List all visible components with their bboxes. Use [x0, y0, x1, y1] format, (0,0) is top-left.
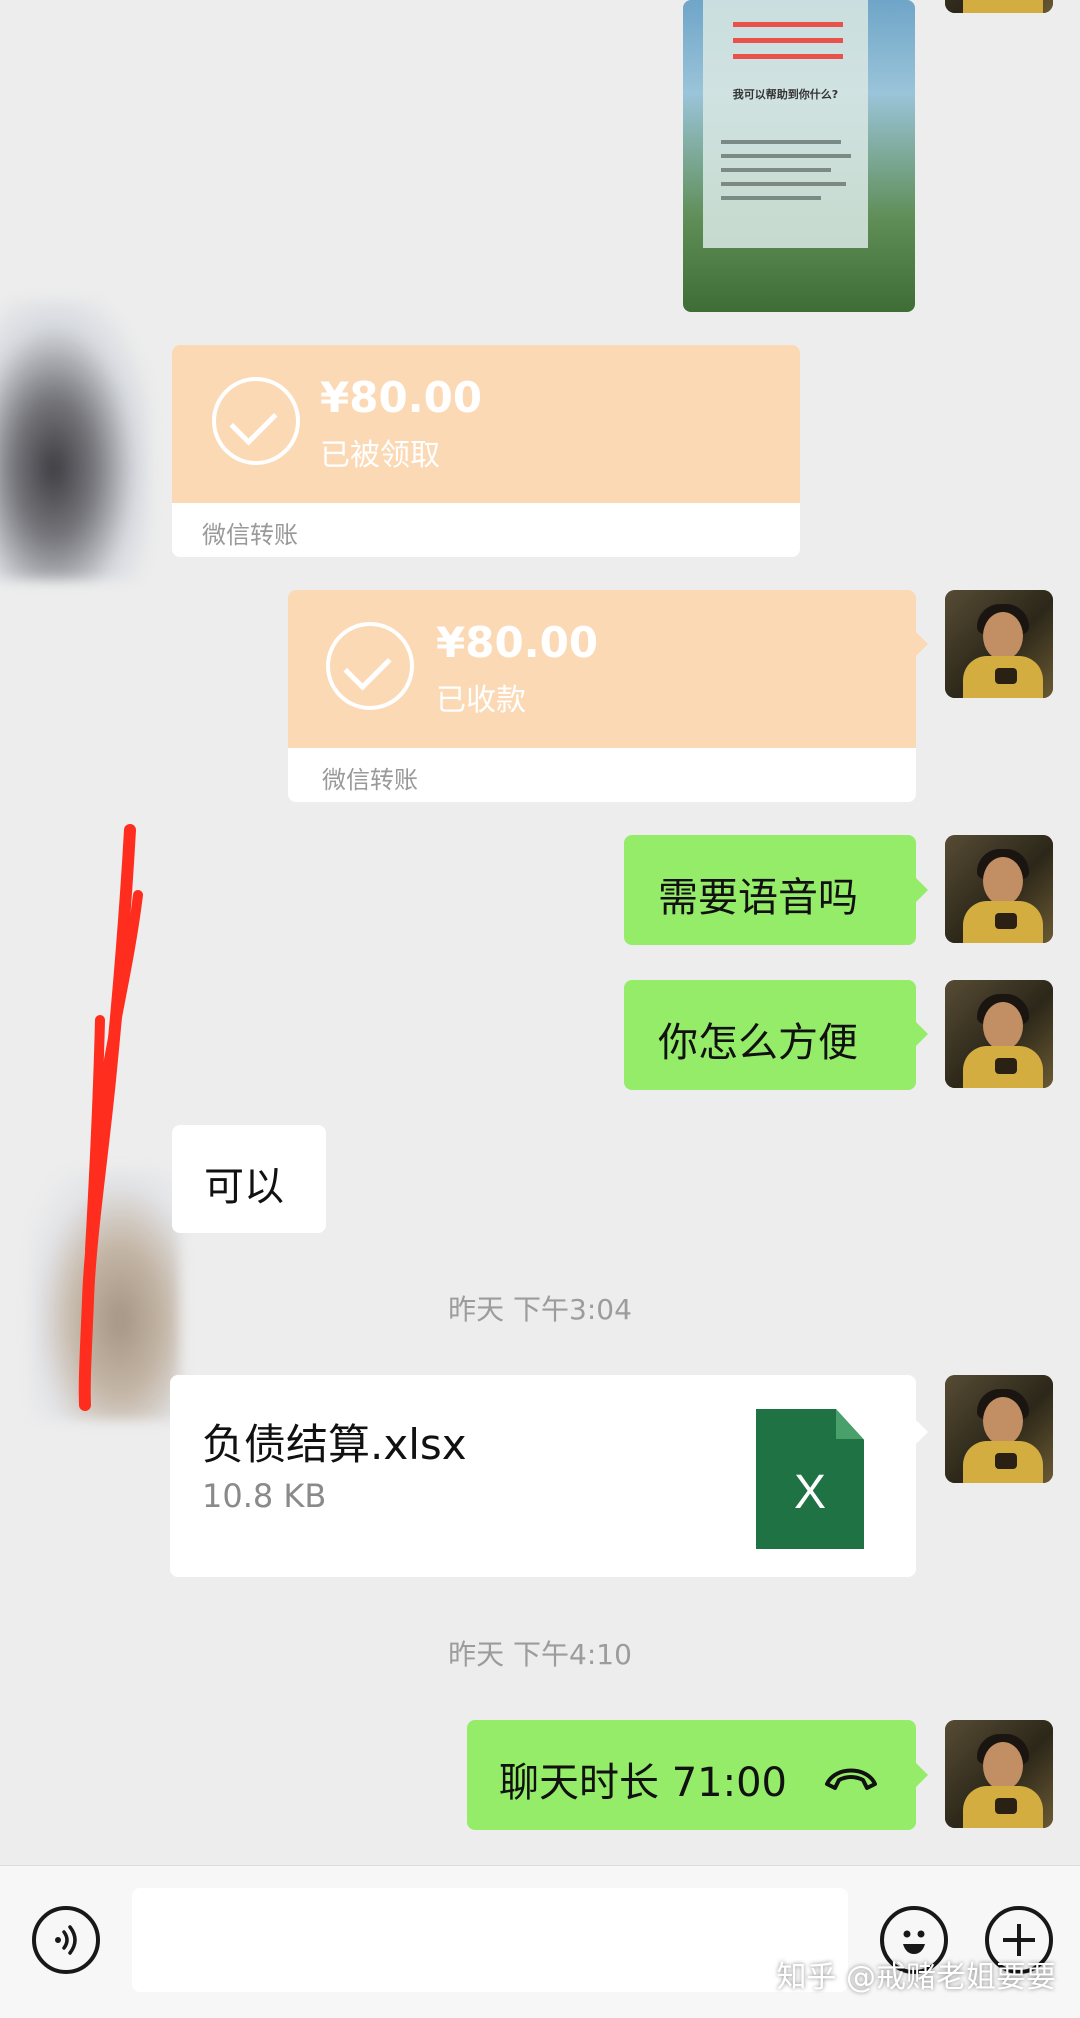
bubble-tail [916, 632, 928, 656]
image-card-text-line [721, 140, 841, 144]
message-input[interactable] [132, 1888, 848, 1992]
file-message[interactable]: 负债结算.xlsx 10.8 KB X [170, 1375, 916, 1577]
my-avatar[interactable] [945, 0, 1053, 13]
transfer-status: 已被领取 [320, 438, 440, 473]
file-name: 负债结算.xlsx [202, 1420, 467, 1469]
bubble-tail [916, 878, 928, 902]
call-duration-text: 聊天时长 71:00 [499, 1760, 787, 1806]
my-avatar[interactable] [945, 835, 1053, 943]
red-annotation-stroke [78, 824, 143, 1411]
excel-letter: X [793, 1466, 826, 1519]
transfer-amount: ¥80.00 [436, 618, 599, 667]
image-card-text-line [721, 182, 846, 186]
transfer-card-claimed[interactable]: ¥80.00 已被领取 微信转账 [172, 345, 800, 557]
transfer-label: 微信转账 [322, 766, 418, 794]
my-avatar[interactable] [945, 980, 1053, 1088]
file-size: 10.8 KB [202, 1477, 327, 1515]
check-circle-icon [326, 622, 414, 710]
bubble-tail [916, 1420, 928, 1444]
transfer-card-received[interactable]: ¥80.00 已收款 微信转账 [288, 590, 916, 802]
image-card-red-line [733, 54, 843, 59]
image-info-card: 我可以帮助到你什么? [703, 0, 868, 248]
message-text: 需要语音吗 [658, 875, 858, 921]
my-avatar[interactable] [945, 1375, 1053, 1483]
message-text: 你怎么方便 [658, 1020, 858, 1066]
image-card-heading: 我可以帮助到你什么? [732, 88, 839, 101]
phone-hangup-icon [825, 1768, 877, 1790]
timestamp: 昨天 下午3:04 [448, 1293, 632, 1326]
excel-file-icon: X [756, 1409, 864, 1549]
image-card-red-line [733, 22, 843, 27]
message-bubble-received[interactable]: 可以 [172, 1125, 326, 1233]
bubble-tail [916, 1763, 928, 1787]
shared-image-message[interactable]: 我可以帮助到你什么? [683, 0, 915, 312]
call-record-bubble[interactable]: 聊天时长 71:00 [467, 1720, 916, 1830]
voice-input-icon[interactable] [32, 1906, 100, 1974]
bubble-tail [916, 1022, 928, 1046]
message-bubble-sent[interactable]: 需要语音吗 [624, 835, 916, 945]
image-card-text-line [721, 168, 831, 172]
timestamp: 昨天 下午4:10 [448, 1638, 632, 1671]
redacted-contact-avatar [0, 300, 150, 580]
transfer-status: 已收款 [436, 683, 526, 718]
my-avatar[interactable] [945, 1720, 1053, 1828]
image-card-text-line [721, 196, 821, 200]
message-bubble-sent[interactable]: 你怎么方便 [624, 980, 916, 1090]
my-avatar[interactable] [945, 590, 1053, 698]
transfer-amount: ¥80.00 [320, 373, 483, 422]
check-circle-icon [212, 377, 300, 465]
image-card-text-line [721, 154, 851, 158]
transfer-label: 微信转账 [202, 521, 298, 549]
watermark: 知乎 @戒赌老姐要要 [776, 1960, 1056, 1995]
image-card-red-line [733, 38, 843, 43]
message-text: 可以 [204, 1164, 284, 1210]
